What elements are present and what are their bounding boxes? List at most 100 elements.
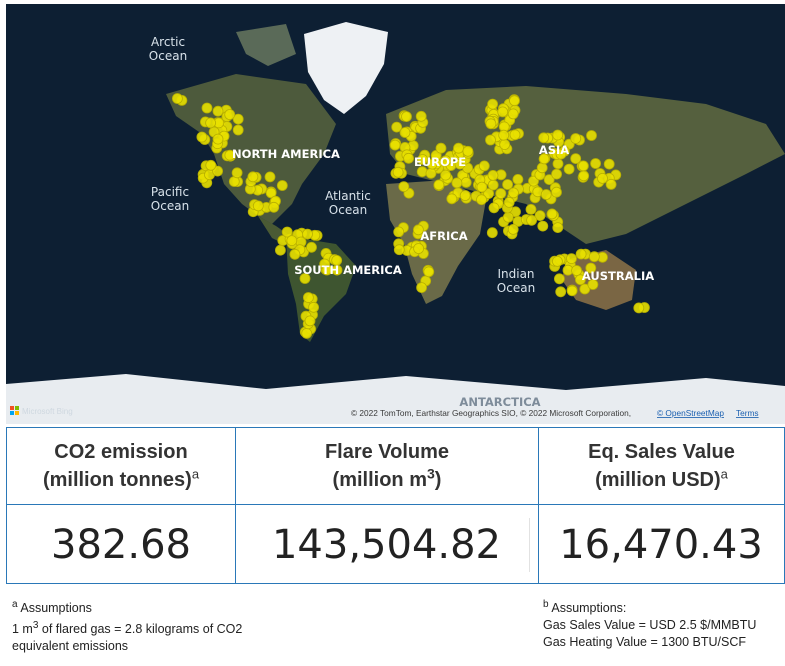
flare-marker[interactable] <box>590 158 601 169</box>
flare-marker[interactable] <box>401 111 412 122</box>
flare-marker[interactable] <box>476 181 488 193</box>
flare-marker[interactable] <box>536 162 548 174</box>
flare-volume-card[interactable]: Flare Volume (million m3) 143,504.82 <box>236 427 539 584</box>
flare-marker[interactable] <box>487 169 499 181</box>
flare-marker[interactable] <box>537 220 549 232</box>
flare-marker[interactable] <box>633 302 645 314</box>
flare-marker[interactable] <box>498 129 510 141</box>
flare-marker[interactable] <box>503 196 515 208</box>
flare-marker[interactable] <box>486 227 498 239</box>
flare-marker[interactable] <box>308 301 320 313</box>
map-canvas[interactable]: Arctic Ocean Pacific Ocean Atlantic Ocea… <box>6 4 785 424</box>
flare-marker[interactable] <box>512 173 524 185</box>
flare-marker[interactable] <box>212 133 224 145</box>
flare-marker[interactable] <box>551 186 562 198</box>
flare-marker[interactable] <box>440 169 452 181</box>
flare-marker[interactable] <box>301 327 313 339</box>
flare-marker[interactable] <box>525 203 537 215</box>
terms-link[interactable]: Terms <box>736 408 759 418</box>
flare-marker[interactable] <box>555 286 567 298</box>
flare-marker[interactable] <box>563 163 575 175</box>
flare-marker[interactable] <box>507 223 519 235</box>
flare-marker[interactable] <box>588 251 600 263</box>
flare-marker[interactable] <box>433 179 445 191</box>
flare-marker[interactable] <box>274 244 286 256</box>
flare-marker[interactable] <box>571 265 582 276</box>
co2-emission-card[interactable]: CO2 emission (million tonnes)a 382.68 <box>6 427 236 584</box>
flare-marker[interactable] <box>415 110 427 122</box>
flare-marker[interactable] <box>570 133 582 144</box>
flare-marker[interactable] <box>552 222 564 234</box>
flare-marker[interactable] <box>526 214 537 226</box>
flare-marker[interactable] <box>425 167 437 179</box>
flare-marker[interactable] <box>597 172 608 184</box>
flare-marker[interactable] <box>566 285 578 297</box>
flare-marker[interactable] <box>509 129 521 141</box>
flare-marker[interactable] <box>306 241 317 253</box>
flare-marker[interactable] <box>393 244 405 256</box>
flare-marker[interactable] <box>575 248 587 260</box>
flare-marker[interactable] <box>413 243 425 254</box>
flare-marker[interactable] <box>276 180 288 191</box>
flare-marker[interactable] <box>403 152 415 164</box>
flare-marker[interactable] <box>302 292 314 303</box>
flare-marker[interactable] <box>201 102 213 114</box>
flare-marker[interactable] <box>487 179 499 191</box>
flare-marker[interactable] <box>508 187 519 199</box>
flare-marker[interactable] <box>453 142 464 154</box>
flare-map[interactable]: Arctic Ocean Pacific Ocean Atlantic Ocea… <box>6 4 785 424</box>
sales-value-card[interactable]: Eq. Sales Value (million USD)a 16,470.43 <box>539 427 785 584</box>
flare-marker[interactable] <box>485 134 496 146</box>
flare-marker[interactable] <box>231 167 243 179</box>
flare-marker[interactable] <box>252 200 264 212</box>
flare-marker[interactable] <box>499 139 511 150</box>
flare-marker[interactable] <box>509 95 520 107</box>
flare-marker[interactable] <box>232 124 244 136</box>
flare-marker[interactable] <box>212 105 224 117</box>
flare-marker[interactable] <box>507 108 519 120</box>
flare-marker[interactable] <box>603 158 615 170</box>
flare-marker[interactable] <box>460 176 472 188</box>
flare-marker[interactable] <box>578 160 589 172</box>
flare-marker[interactable] <box>502 179 514 190</box>
flare-marker[interactable] <box>552 255 563 267</box>
flare-marker[interactable] <box>286 235 298 247</box>
flare-marker[interactable] <box>423 266 435 278</box>
flare-marker[interactable] <box>196 131 208 143</box>
flare-marker[interactable] <box>546 208 558 220</box>
flare-marker[interactable] <box>304 315 316 327</box>
flare-marker[interactable] <box>552 158 564 170</box>
flare-marker[interactable] <box>554 273 565 285</box>
flare-marker[interactable] <box>416 282 428 294</box>
flare-marker[interactable] <box>478 160 490 172</box>
osm-link[interactable]: © OpenStreetMap <box>657 408 724 418</box>
flare-marker[interactable] <box>435 142 447 154</box>
flare-marker[interactable] <box>398 181 410 193</box>
flare-marker[interactable] <box>497 106 509 118</box>
flare-marker[interactable] <box>389 139 401 151</box>
flare-marker[interactable] <box>205 159 217 171</box>
flare-marker[interactable] <box>538 132 550 144</box>
flare-marker[interactable] <box>289 248 301 260</box>
flare-marker[interactable] <box>459 190 471 201</box>
flare-marker[interactable] <box>399 127 411 138</box>
flare-marker[interactable] <box>205 117 217 129</box>
flare-marker[interactable] <box>552 129 564 141</box>
flare-marker[interactable] <box>488 202 500 214</box>
flare-marker[interactable] <box>586 130 597 141</box>
flare-marker[interactable] <box>487 98 499 110</box>
flare-marker[interactable] <box>502 211 514 223</box>
flare-marker[interactable] <box>171 93 183 104</box>
flare-marker[interactable] <box>268 201 280 213</box>
flare-marker[interactable] <box>578 170 590 182</box>
flare-marker[interactable] <box>495 188 507 199</box>
flare-marker[interactable] <box>451 177 463 189</box>
flare-marker[interactable] <box>247 171 259 183</box>
flare-marker[interactable] <box>476 194 487 206</box>
flare-marker[interactable] <box>393 226 405 238</box>
flare-marker[interactable] <box>264 171 276 183</box>
flare-marker[interactable] <box>551 168 562 180</box>
flare-marker[interactable] <box>392 166 404 178</box>
flare-marker[interactable] <box>485 118 497 130</box>
flare-marker[interactable] <box>570 153 582 165</box>
